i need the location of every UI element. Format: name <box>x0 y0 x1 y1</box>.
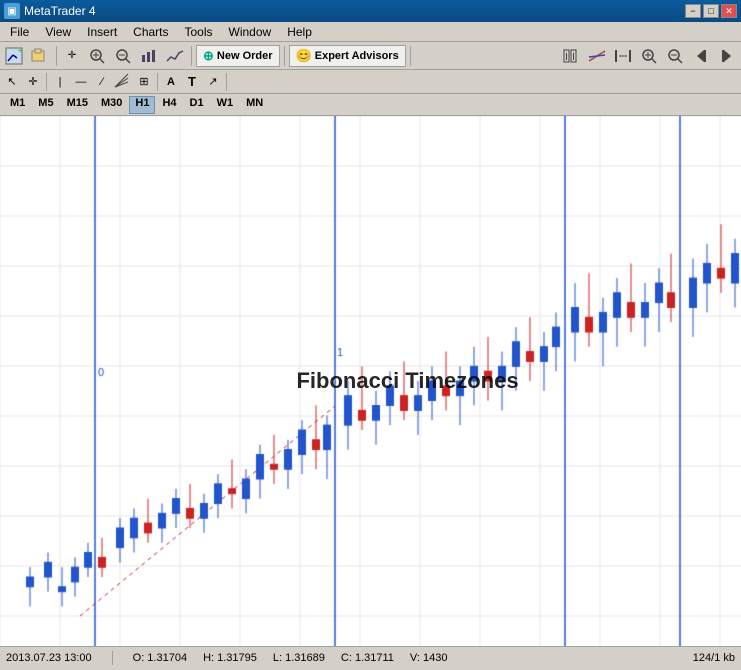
status-datetime: 2013.07.23 13:00 <box>6 652 92 664</box>
crosshair-tool[interactable]: ✛ <box>23 72 43 92</box>
tf-d1[interactable]: D1 <box>184 96 210 114</box>
new-order-button[interactable]: ⊕ New Order <box>196 45 280 67</box>
tool-sep-2 <box>157 73 158 91</box>
grid-tool[interactable]: ⊞ <box>134 72 154 92</box>
zoom-in-button[interactable] <box>85 45 109 67</box>
crosshair-button[interactable]: ✛ <box>61 45 83 67</box>
status-open: O: 1.31704 <box>133 652 187 664</box>
ea-icon: 😊 <box>296 48 312 64</box>
tf-m15[interactable]: M15 <box>61 96 94 114</box>
tf-mn[interactable]: MN <box>240 96 269 114</box>
open-button[interactable] <box>28 45 52 67</box>
status-sep-1 <box>112 651 113 665</box>
period-sep-button[interactable] <box>611 45 635 67</box>
title-bar-text: MetaTrader 4 <box>24 4 96 18</box>
new-chart-button[interactable]: + <box>2 45 26 67</box>
new-order-label: New Order <box>217 50 273 62</box>
tf-w1[interactable]: W1 <box>211 96 240 114</box>
tf-h1[interactable]: H1 <box>129 96 155 114</box>
expert-advisors-button[interactable]: 😊 Expert Advisors <box>289 45 406 67</box>
menu-insert[interactable]: Insert <box>79 23 125 41</box>
trendline-tool[interactable]: ∕ <box>92 72 112 92</box>
menu-window[interactable]: Window <box>221 23 280 41</box>
app-icon: ▣ <box>4 3 20 19</box>
indicators-button[interactable] <box>585 45 609 67</box>
arrow-up-tool[interactable]: ↗ <box>203 72 223 92</box>
toolbar-sep-3 <box>284 46 285 66</box>
tf-m30[interactable]: M30 <box>95 96 128 114</box>
status-volume: V: 1430 <box>410 652 448 664</box>
new-order-icon: ⊕ <box>203 48 214 64</box>
chart-area[interactable]: Fibonacci Timezones <box>0 116 741 646</box>
status-close: C: 1.31711 <box>341 652 394 664</box>
history-button[interactable] <box>559 45 583 67</box>
gann-tool[interactable] <box>113 72 133 92</box>
toolbar1-right <box>559 45 739 67</box>
title-bar: ▣ MetaTrader 4 − □ ✕ <box>0 0 741 22</box>
scroll-right-button[interactable] <box>715 45 739 67</box>
svg-text:+: + <box>18 48 22 55</box>
chart-type-button[interactable] <box>137 45 161 67</box>
tf-h4[interactable]: H4 <box>156 96 182 114</box>
arrow-tool[interactable]: ↖ <box>2 72 22 92</box>
close-button[interactable]: ✕ <box>721 4 737 18</box>
toolbar1: + ✛ ⊕ New Order 😊 Expert Advisors <box>0 42 741 70</box>
tool-sep-1 <box>46 73 47 91</box>
toolbar-sep-1 <box>56 46 57 66</box>
tf-m5[interactable]: M5 <box>32 96 59 114</box>
tool-sep-3 <box>226 73 227 91</box>
toolbar2: ↖ ✛ | — ∕ ⊞ A T ↗ <box>0 70 741 94</box>
menu-file[interactable]: File <box>2 23 37 41</box>
zoom-out2-button[interactable] <box>663 45 687 67</box>
status-info: 124/1 kb <box>693 652 735 664</box>
title-bar-buttons: − □ ✕ <box>685 4 737 18</box>
minimize-button[interactable]: − <box>685 4 701 18</box>
chart-canvas[interactable] <box>0 116 741 646</box>
menu-bar: File View Insert Charts Tools Window Hel… <box>0 22 741 42</box>
text-tool-T[interactable]: T <box>182 72 202 92</box>
toolbar-sep-4 <box>410 46 411 66</box>
status-bar: 2013.07.23 13:00 O: 1.31704 H: 1.31795 L… <box>0 646 741 668</box>
status-high: H: 1.31795 <box>203 652 257 664</box>
line-chart-button[interactable] <box>163 45 187 67</box>
timeframe-bar: M1 M5 M15 M30 H1 H4 D1 W1 MN <box>0 94 741 116</box>
tf-m1[interactable]: M1 <box>4 96 31 114</box>
scroll-left-button[interactable] <box>689 45 713 67</box>
title-bar-left: ▣ MetaTrader 4 <box>4 3 96 19</box>
ea-label: Expert Advisors <box>315 50 399 62</box>
zoom-out-button[interactable] <box>111 45 135 67</box>
menu-view[interactable]: View <box>37 23 79 41</box>
status-right: 124/1 kb <box>693 652 735 664</box>
menu-help[interactable]: Help <box>279 23 320 41</box>
status-low: L: 1.31689 <box>273 652 325 664</box>
zoom-in2-button[interactable] <box>637 45 661 67</box>
text-tool-A[interactable]: A <box>161 72 181 92</box>
maximize-button[interactable]: □ <box>703 4 719 18</box>
horizontal-line-tool[interactable]: — <box>71 72 91 92</box>
menu-charts[interactable]: Charts <box>125 23 176 41</box>
vertical-line-tool[interactable]: | <box>50 72 70 92</box>
menu-tools[interactable]: Tools <box>177 23 221 41</box>
main-wrapper: ▣ MetaTrader 4 − □ ✕ File View Insert Ch… <box>0 0 741 670</box>
toolbar-sep-2 <box>191 46 192 66</box>
